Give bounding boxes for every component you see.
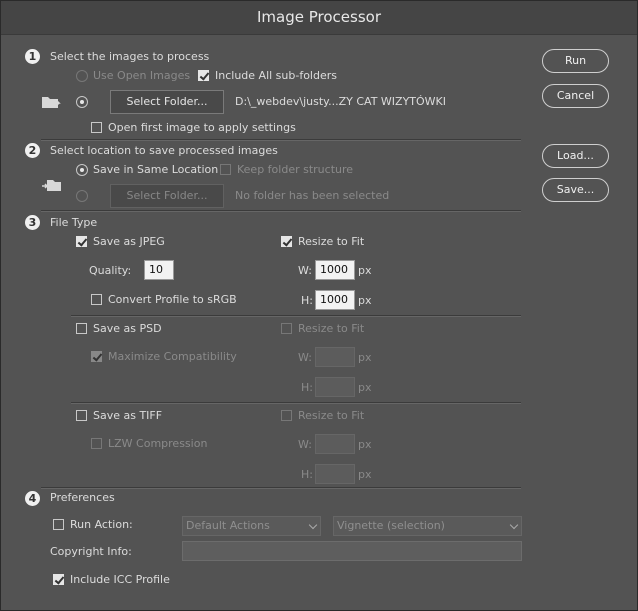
- tiff-width-label: W:: [298, 438, 312, 451]
- save-as-psd-checkbox[interactable]: [76, 323, 87, 334]
- tiff-width-input[interactable]: [315, 434, 355, 454]
- psd-resize-label: Resize to Fit: [298, 322, 365, 335]
- action-value: Vignette (selection): [337, 519, 445, 532]
- load-button[interactable]: Load...: [542, 144, 609, 168]
- step-4-badge: 4: [25, 491, 40, 506]
- action-set-dropdown[interactable]: Default Actions: [182, 516, 321, 536]
- section2-heading: Select location to save processed images: [50, 144, 278, 157]
- jpeg-quality-label: Quality:: [89, 264, 132, 277]
- window-title: Image Processor: [1, 1, 637, 35]
- step-1-badge: 1: [25, 49, 40, 64]
- jpeg-resize-checkbox[interactable]: [281, 236, 292, 247]
- psd-height-label: H:: [301, 381, 313, 394]
- divider: [71, 402, 521, 404]
- run-action-label: Run Action:: [70, 518, 133, 531]
- tiff-height-input[interactable]: [315, 464, 355, 484]
- tiff-height-unit: px: [358, 468, 372, 481]
- section3-heading: File Type: [50, 216, 98, 229]
- open-first-image-checkbox[interactable]: [91, 122, 102, 133]
- image-processor-dialog: Image Processor 1 Select the images to p…: [0, 0, 638, 611]
- save-as-psd-label: Save as PSD: [93, 322, 162, 335]
- save-same-location-label: Save in Same Location: [93, 163, 219, 176]
- jpeg-width-input[interactable]: 1000: [315, 260, 355, 280]
- chevron-down-icon: [509, 520, 519, 530]
- select-folder-radio[interactable]: [76, 96, 88, 108]
- psd-resize-checkbox[interactable]: [281, 323, 292, 334]
- jpeg-resize-label: Resize to Fit: [298, 235, 365, 248]
- lzw-compression-label: LZW Compression: [108, 437, 208, 450]
- section1-heading: Select the images to process: [50, 50, 210, 63]
- tiff-width-unit: px: [358, 438, 372, 451]
- step-3-badge: 3: [25, 215, 40, 230]
- keep-folder-structure-checkbox[interactable]: [220, 164, 231, 175]
- convert-srgb-checkbox[interactable]: [91, 294, 102, 305]
- convert-srgb-label: Convert Profile to sRGB: [108, 293, 237, 306]
- divider: [41, 487, 521, 489]
- tiff-height-label: H:: [301, 468, 313, 481]
- divider: [41, 139, 521, 141]
- jpeg-quality-input[interactable]: 10: [144, 260, 174, 280]
- jpeg-height-unit: px: [358, 294, 372, 307]
- save-as-jpeg-checkbox[interactable]: [76, 236, 87, 247]
- save-button[interactable]: Save...: [542, 178, 609, 202]
- include-subfolders-checkbox[interactable]: [198, 70, 209, 81]
- source-folder-path: D:\_webdev\justy...ZY CAT WIZYTÓWKI: [235, 95, 447, 108]
- run-action-checkbox[interactable]: [53, 519, 64, 530]
- psd-height-unit: px: [358, 381, 372, 394]
- chevron-down-icon: [308, 520, 318, 530]
- jpeg-width-unit: px: [358, 264, 372, 277]
- folder-save-icon: [41, 177, 63, 193]
- include-icc-label: Include ICC Profile: [70, 573, 170, 586]
- jpeg-height-input[interactable]: 1000: [315, 290, 355, 310]
- use-open-images-radio[interactable]: [76, 70, 88, 82]
- action-dropdown[interactable]: Vignette (selection): [333, 516, 522, 536]
- cancel-button[interactable]: Cancel: [542, 84, 609, 108]
- destination-folder-status: No folder has been selected: [235, 189, 390, 202]
- folder-open-icon: [41, 94, 63, 110]
- save-as-jpeg-label: Save as JPEG: [93, 235, 165, 248]
- divider: [41, 210, 521, 212]
- copyright-label: Copyright Info:: [50, 545, 132, 558]
- psd-width-unit: px: [358, 351, 372, 364]
- psd-width-input[interactable]: [315, 347, 355, 367]
- open-first-image-label: Open first image to apply settings: [108, 121, 296, 134]
- jpeg-width-label: W:: [298, 264, 312, 277]
- use-open-images-label: Use Open Images: [93, 69, 191, 82]
- action-set-value: Default Actions: [186, 519, 270, 532]
- step-2-badge: 2: [25, 143, 40, 158]
- select-destination-radio[interactable]: [76, 190, 88, 202]
- select-source-folder-button[interactable]: Select Folder...: [110, 90, 224, 114]
- save-as-tiff-checkbox[interactable]: [76, 410, 87, 421]
- tiff-resize-checkbox[interactable]: [281, 410, 292, 421]
- select-destination-folder-button[interactable]: Select Folder...: [110, 184, 224, 208]
- jpeg-height-label: H:: [301, 294, 313, 307]
- tiff-resize-label: Resize to Fit: [298, 409, 365, 422]
- psd-width-label: W:: [298, 351, 312, 364]
- lzw-compression-checkbox[interactable]: [91, 438, 102, 449]
- include-icc-checkbox[interactable]: [53, 574, 64, 585]
- include-subfolders-label: Include All sub-folders: [215, 69, 337, 82]
- save-as-tiff-label: Save as TIFF: [93, 409, 163, 422]
- run-button[interactable]: Run: [542, 49, 609, 73]
- divider: [71, 315, 521, 317]
- keep-folder-structure-label: Keep folder structure: [237, 163, 354, 176]
- save-same-location-radio[interactable]: [76, 164, 88, 176]
- section4-heading: Preferences: [50, 491, 115, 504]
- psd-height-input[interactable]: [315, 377, 355, 397]
- maximize-compatibility-checkbox[interactable]: [91, 351, 102, 362]
- copyright-input[interactable]: [182, 541, 522, 561]
- maximize-compatibility-label: Maximize Compatibility: [108, 350, 237, 363]
